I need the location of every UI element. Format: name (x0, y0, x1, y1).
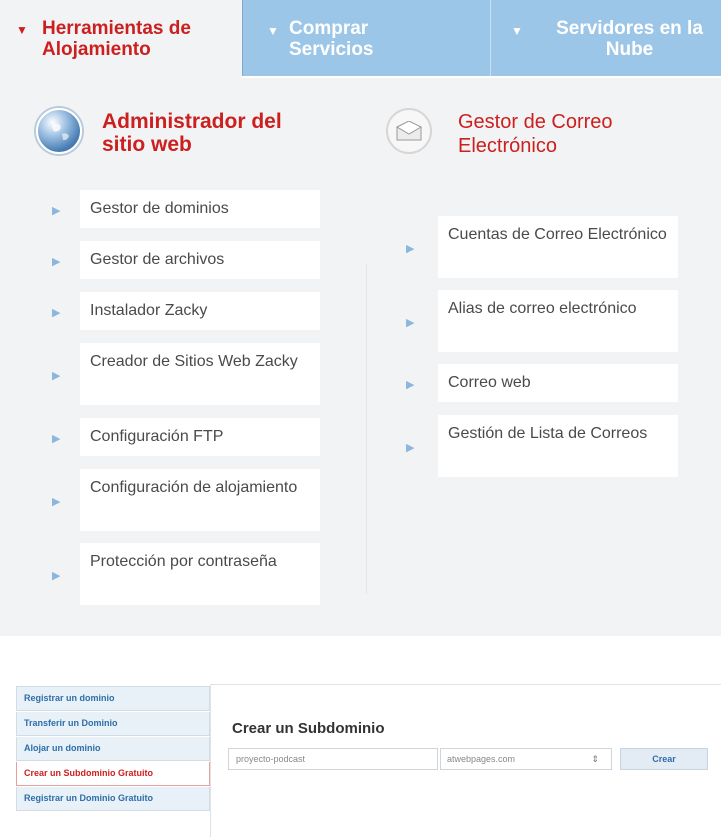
envelope-icon (386, 108, 432, 154)
chevron-down-icon: ▼ (511, 24, 523, 38)
nav-host-domain[interactable]: Alojar un dominio (16, 737, 210, 761)
domain-nav: Registrar un dominio Transferir un Domin… (16, 686, 210, 812)
tab-label: Herramientas de Alojamiento (42, 18, 191, 60)
domain-select[interactable]: atwebpages.com ⇕ (440, 748, 612, 770)
section-divider (366, 264, 367, 594)
menu-item-label: Configuración de alojamiento (80, 469, 320, 531)
nav-transfer-domain[interactable]: Transferir un Dominio (16, 712, 210, 736)
web-manager-title: Administrador del sitio web (102, 110, 282, 156)
tab-buy-services[interactable]: ▼ Comprar Servicios (242, 0, 490, 76)
play-arrow-icon: ▶ (52, 256, 61, 268)
menu-item-label: Protección por contraseña (80, 543, 320, 605)
play-arrow-icon: ▶ (52, 496, 61, 508)
menu-item-label: Correo web (438, 364, 678, 402)
menu-item-label: Creador de Sitios Web Zacky (80, 343, 320, 405)
menu-item-label: Gestor de archivos (80, 241, 320, 279)
play-arrow-icon: ▶ (406, 317, 415, 329)
play-arrow-icon: ▶ (406, 243, 415, 255)
tab-label: Servidores en la Nube (556, 18, 703, 60)
tab-cloud-servers[interactable]: ▼ Servidores en la Nube (490, 0, 721, 76)
subdomain-input[interactable]: proyecto-podcast (228, 748, 438, 770)
menu-item-label: Instalador Zacky (80, 292, 320, 330)
nav-register-free-domain[interactable]: Registrar un Dominio Gratuito (16, 787, 210, 811)
globe-icon (36, 108, 82, 154)
chevron-down-icon: ▼ (16, 23, 28, 37)
hosting-tabs: ▼ Herramientas de Alojamiento ▼ Comprar … (0, 0, 721, 78)
menu-item-label: Configuración FTP (80, 418, 320, 456)
create-button[interactable]: Crear (620, 748, 708, 770)
play-arrow-icon: ▶ (52, 433, 61, 445)
email-manager-title: Gestor de Correo Electrónico (458, 111, 613, 157)
subdomain-title: Crear un Subdominio (232, 720, 385, 737)
menu-item-label: Cuentas de Correo Electrónico (438, 216, 678, 278)
play-arrow-icon: ▶ (406, 442, 415, 454)
play-arrow-icon: ▶ (52, 307, 61, 319)
select-arrows-icon: ⇕ (591, 754, 599, 764)
play-arrow-icon: ▶ (52, 205, 61, 217)
menu-item-label: Gestión de Lista de Correos (438, 415, 678, 477)
menu-item-label: Alias de correo electrónico (438, 290, 678, 352)
tools-panel: Administrador del sitio web Gestor de Co… (0, 78, 721, 636)
play-arrow-icon: ▶ (52, 370, 61, 382)
tab-hosting-tools[interactable]: ▼ Herramientas de Alojamiento (0, 0, 242, 78)
chevron-down-icon: ▼ (267, 24, 279, 38)
menu-item-label: Gestor de dominios (80, 190, 320, 228)
domain-select-value: atwebpages.com (447, 754, 516, 764)
nav-register-domain[interactable]: Registrar un dominio (16, 687, 210, 711)
tab-label: Comprar Servicios (289, 18, 374, 60)
play-arrow-icon: ▶ (406, 379, 415, 391)
play-arrow-icon: ▶ (52, 570, 61, 582)
nav-create-free-subdomain[interactable]: Crear un Subdominio Gratuito (16, 762, 210, 786)
